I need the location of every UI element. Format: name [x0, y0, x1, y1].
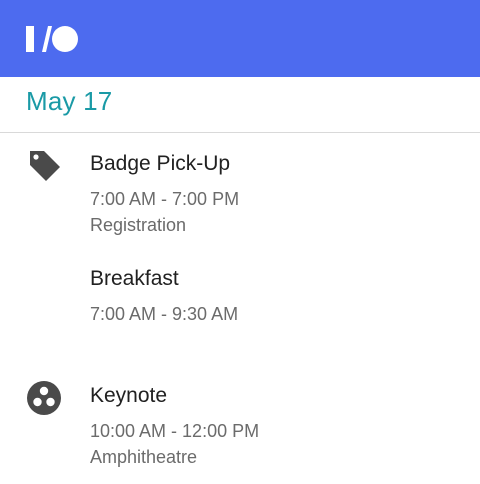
date-header: May 17: [0, 77, 480, 133]
date-label: May 17: [26, 86, 113, 116]
tag-icon: [30, 151, 60, 181]
session-room: Amphitheatre: [90, 447, 198, 467]
session-title: Badge Pick-Up: [90, 152, 231, 175]
session-room: Registration: [90, 215, 187, 235]
session-time: 7:00 AM - 9:30 AM: [90, 304, 239, 324]
session-title: Keynote: [90, 384, 168, 407]
app-bar: [0, 0, 480, 77]
session-time: 10:00 AM - 12:00 PM: [90, 421, 260, 441]
session-title: Breakfast: [90, 267, 179, 290]
io-logo-icon[interactable]: [26, 25, 78, 53]
keynote-circle-icon: [27, 381, 61, 415]
session-time: 7:00 AM - 7:00 PM: [90, 189, 240, 209]
